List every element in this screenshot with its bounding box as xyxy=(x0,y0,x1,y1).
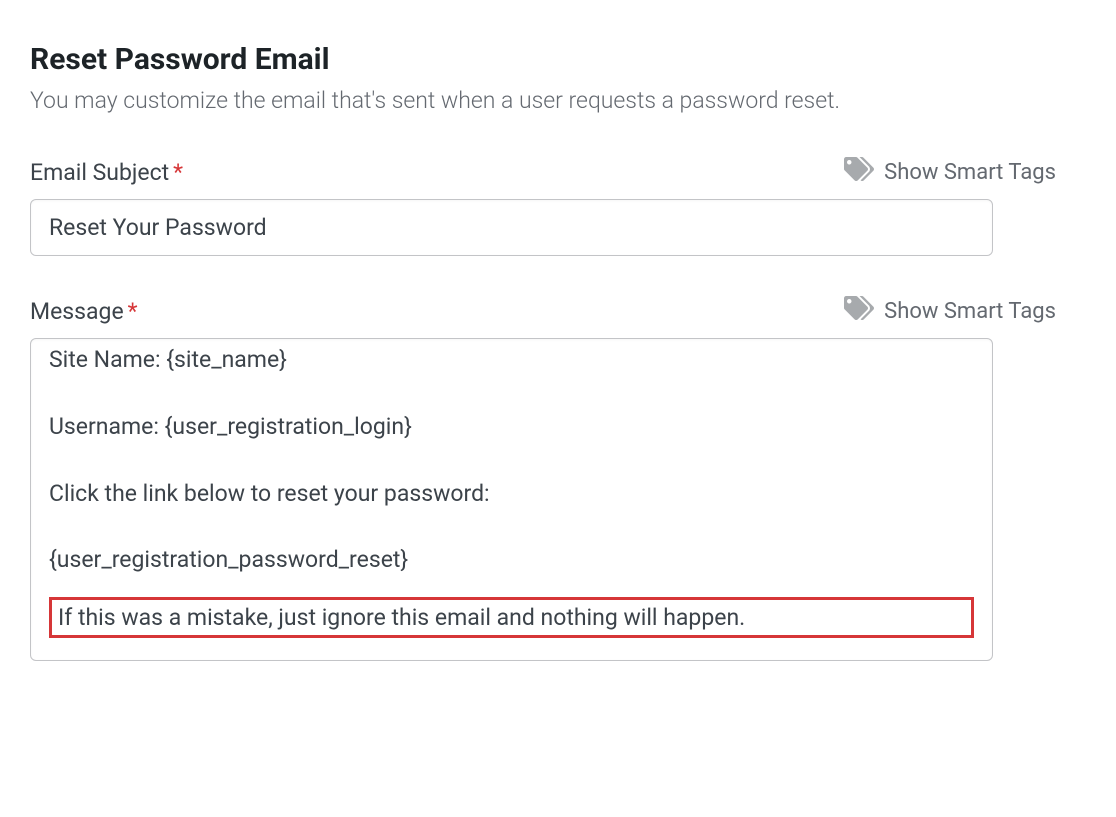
email-subject-label: Email Subject* xyxy=(30,159,183,186)
required-asterisk: * xyxy=(173,159,183,186)
section-title: Reset Password Email xyxy=(30,42,1086,77)
message-label: Message* xyxy=(30,298,138,325)
show-smart-tags-label: Show Smart Tags xyxy=(884,299,1056,324)
show-smart-tags-label: Show Smart Tags xyxy=(884,160,1056,185)
tags-icon xyxy=(844,157,874,187)
section-description: You may customize the email that's sent … xyxy=(30,85,1086,117)
message-editor[interactable]: Site Name: {site_name} Username: {user_r… xyxy=(30,338,993,660)
email-subject-input[interactable] xyxy=(30,199,993,256)
message-body-highlighted: If this was a mistake, just ignore this … xyxy=(49,597,974,638)
required-asterisk: * xyxy=(128,298,138,325)
email-subject-label-text: Email Subject xyxy=(30,159,169,186)
show-smart-tags-subject[interactable]: Show Smart Tags xyxy=(844,157,1086,187)
message-body-top: Site Name: {site_name} Username: {user_r… xyxy=(49,343,974,576)
tags-icon xyxy=(844,296,874,326)
show-smart-tags-message[interactable]: Show Smart Tags xyxy=(844,296,1086,326)
message-label-text: Message xyxy=(30,298,124,325)
